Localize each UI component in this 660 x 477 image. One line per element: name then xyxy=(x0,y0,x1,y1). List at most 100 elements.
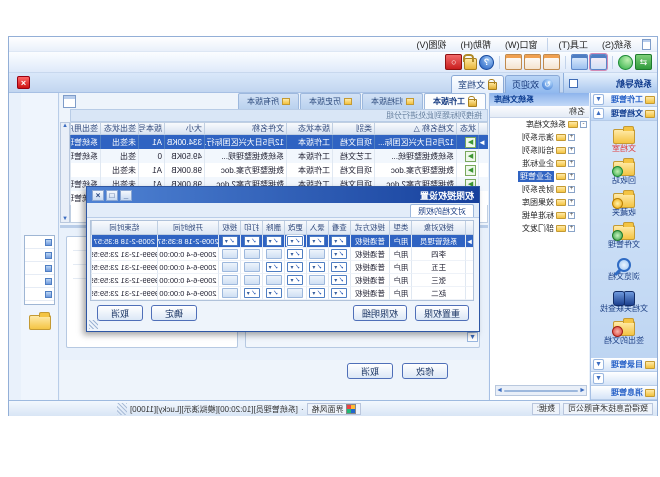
tree-expand-icon[interactable]: + xyxy=(568,212,575,219)
sidebar-item-4[interactable]: 文件管理 xyxy=(594,221,654,249)
tree-node-1[interactable]: +演示系列 xyxy=(490,131,589,144)
perm-cell[interactable]: ✓ xyxy=(240,287,262,300)
tree-collapse-icon[interactable]: - xyxy=(580,121,587,128)
tab-1[interactable]: ↻欢迎页 xyxy=(505,75,560,93)
permission-combo[interactable]: ✓ xyxy=(309,262,325,272)
tree-expand-icon[interactable]: + xyxy=(568,160,575,167)
perm-column-header-1[interactable]: 授权对象 xyxy=(411,221,465,235)
perm-column-header-6[interactable]: 更改 xyxy=(284,221,306,235)
cell[interactable]: 2009-2-18 8:35:57 xyxy=(91,235,157,248)
column-header-9[interactable]: 签出用户 xyxy=(70,122,100,135)
tree-node-8[interactable]: +部门发文 xyxy=(490,222,589,235)
permission-combo[interactable]: ✓ xyxy=(287,262,303,272)
cell[interactable]: 2009-6-4 0:00:00 xyxy=(157,287,219,300)
cell[interactable]: 签出 xyxy=(100,149,138,163)
tab-2[interactable]: 文档室 xyxy=(451,75,504,93)
perm-cell[interactable] xyxy=(306,248,328,261)
tree-root[interactable]: -系统文档库 xyxy=(490,118,589,131)
perm-cell[interactable]: ✓ xyxy=(262,261,284,274)
version-tab-3[interactable]: 历史版本 xyxy=(300,93,361,109)
permission-row[interactable]: ►系统管理员用户普通授权✓✓✓✓✓✓2009-2-18 8:35:572009-… xyxy=(91,235,473,248)
permission-combo[interactable] xyxy=(266,275,282,285)
cell[interactable]: 未签出 xyxy=(100,163,138,177)
cell[interactable]: 49.50KB xyxy=(164,149,204,163)
tree-expand-icon[interactable]: + xyxy=(568,173,575,180)
cell[interactable]: 系统管理员 xyxy=(70,135,100,149)
table-vertical-scrollbar[interactable]: ▲▼ xyxy=(60,122,70,223)
permission-combo[interactable] xyxy=(244,262,260,272)
tree-expand-icon[interactable]: + xyxy=(568,225,575,232)
ok-button[interactable]: 确定 xyxy=(151,305,197,321)
cell[interactable]: 系统数据整理规... xyxy=(204,149,286,163)
perm-cell[interactable] xyxy=(284,287,306,300)
permission-combo[interactable] xyxy=(244,249,260,259)
grid-view-icon[interactable] xyxy=(63,95,76,108)
perm-cell[interactable] xyxy=(218,274,240,287)
table-row[interactable]: ▶系统数据整理统...工艺文档工作版本系统数据整理规...49.50KB0签出系… xyxy=(70,149,488,163)
menu-item-2[interactable]: 工具(T) xyxy=(552,38,596,51)
perm-cell[interactable] xyxy=(306,274,328,287)
version-tab-2[interactable]: 归档版本 xyxy=(362,93,423,109)
column-header-8[interactable]: 签出状态 xyxy=(100,122,138,135)
menu-item-1[interactable]: 系统(S) xyxy=(595,38,639,51)
sidebar-item-2[interactable]: 回收站 xyxy=(594,157,654,185)
cell[interactable]: 普通授权 xyxy=(350,235,390,248)
tree-horizontal-scrollbar[interactable]: ◄► xyxy=(495,385,587,396)
perm-cell[interactable] xyxy=(262,248,284,261)
dialog-left-button-2[interactable]: 权限明细 xyxy=(353,305,407,321)
menu-item-5[interactable]: 视图(V) xyxy=(410,38,454,51)
folder-icon[interactable] xyxy=(29,315,51,330)
chevron-down-icon[interactable]: ▼ xyxy=(593,94,604,105)
permission-combo[interactable] xyxy=(222,275,238,285)
perm-cell[interactable]: ✓ xyxy=(328,248,350,261)
cell[interactable]: 工作版本 xyxy=(286,135,332,149)
list-item[interactable] xyxy=(25,288,54,301)
permission-combo[interactable]: ✓ xyxy=(287,249,303,259)
perm-cell[interactable]: ✓ xyxy=(262,235,284,248)
chevron-down-icon[interactable]: ▼ xyxy=(467,332,478,342)
scrollbar-thumb[interactable] xyxy=(504,390,578,392)
permission-combo[interactable] xyxy=(309,249,325,259)
perm-cell[interactable] xyxy=(240,248,262,261)
perm-cell[interactable]: ✓ xyxy=(328,235,350,248)
perm-cell[interactable]: ✓ xyxy=(262,287,284,300)
sidebar-item-5[interactable]: 浏览文档 xyxy=(594,253,654,281)
tree-node-7[interactable]: +标准单据 xyxy=(490,209,589,222)
tree-expand-icon[interactable]: + xyxy=(568,134,575,141)
permission-combo[interactable] xyxy=(222,262,238,272)
permission-combo[interactable]: ✓ xyxy=(331,275,347,285)
sidebar-item-6[interactable]: 文档关联查找 xyxy=(594,285,654,313)
attachment-list[interactable] xyxy=(24,235,55,305)
cell[interactable]: 9999-12-31 23:59:59 xyxy=(91,261,157,274)
permission-combo[interactable]: ✓ xyxy=(331,249,347,259)
list-item[interactable] xyxy=(25,236,54,249)
cell[interactable]: 数据整理方案.doc xyxy=(374,163,456,177)
perm-cell[interactable] xyxy=(218,261,240,274)
cell[interactable]: 用户 xyxy=(389,287,411,300)
perm-column-header-4[interactable]: 查看 xyxy=(328,221,350,235)
list-item[interactable] xyxy=(25,249,54,262)
resize-grip-icon[interactable] xyxy=(117,403,127,415)
column-header-7[interactable]: 版本号 xyxy=(138,122,164,135)
cell[interactable]: 系统数据整理统... xyxy=(374,149,456,163)
cell[interactable]: 工作版本 xyxy=(286,149,332,163)
help-icon[interactable]: ? xyxy=(479,55,494,70)
cell[interactable]: 9999-12-31 23:59:59 xyxy=(91,287,157,300)
permission-combo[interactable]: ✓ xyxy=(266,236,282,246)
cell[interactable]: ▶ xyxy=(456,135,478,149)
permission-row[interactable]: 李四用户普通授权✓✓2009-6-4 0:00:009999-12-31 23:… xyxy=(91,248,473,261)
sidebar-item-7[interactable]: 签出的文档 xyxy=(594,317,654,345)
cell[interactable]: 用户 xyxy=(389,235,411,248)
tree-node-5[interactable]: +财务系列 xyxy=(490,183,589,196)
column-header-3[interactable]: 类别 xyxy=(332,122,374,135)
cell[interactable]: 2009-6-4 0:00:00 xyxy=(157,248,219,261)
tree-node-3[interactable]: +企业标准 xyxy=(490,157,589,170)
cancel-button[interactable]: 取消 xyxy=(347,363,393,379)
modify-button[interactable]: 修改 xyxy=(402,363,448,379)
perm-cell[interactable] xyxy=(240,274,262,287)
permission-combo[interactable] xyxy=(309,275,325,285)
perm-cell[interactable] xyxy=(240,261,262,274)
perm-cell[interactable]: ✓ xyxy=(306,287,328,300)
scan-document-icon[interactable] xyxy=(505,54,522,70)
cell[interactable]: 9999-12-31 23:59:59 xyxy=(91,274,157,287)
